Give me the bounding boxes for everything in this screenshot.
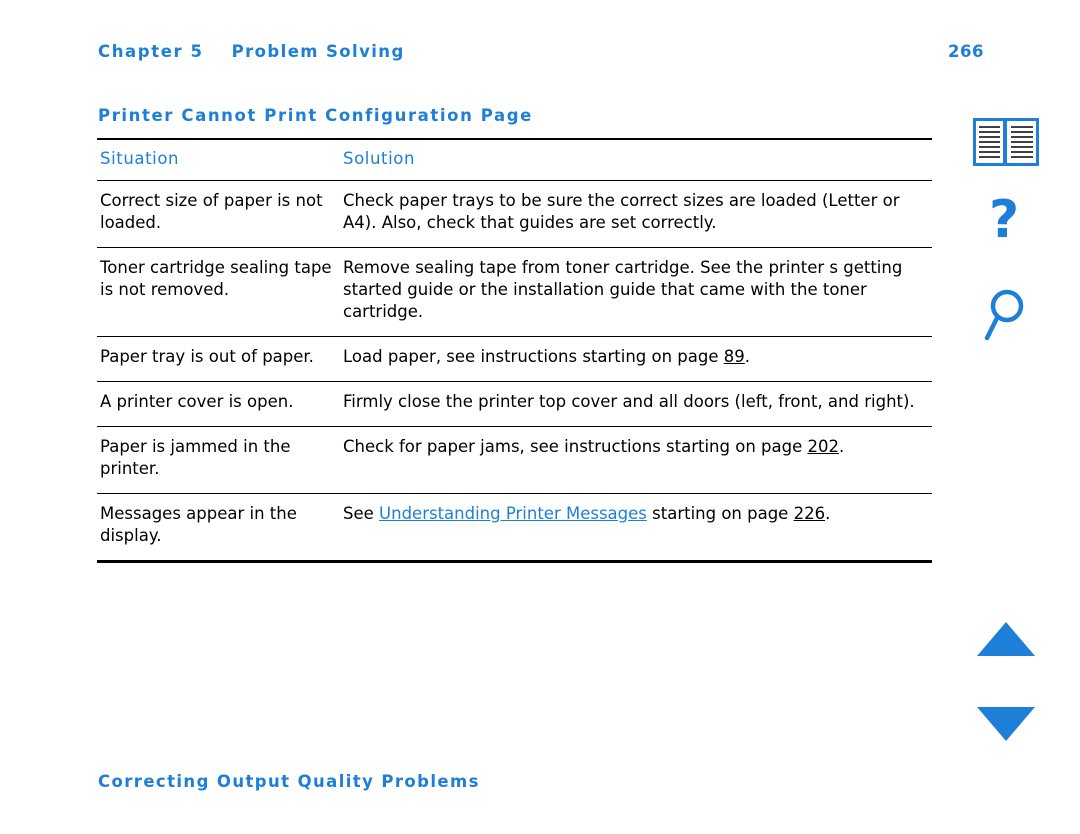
table-row: Correct size of paper is not loaded. Che… (97, 181, 932, 247)
book-icon[interactable] (973, 118, 1039, 166)
table-row: Paper tray is out of paper. Load paper, … (97, 337, 932, 381)
solution-text-prefix: See (343, 504, 380, 523)
table-row: Toner cartridge sealing tape is not remo… (97, 248, 932, 336)
section-heading: Printer Cannot Print Configuration Page (98, 106, 533, 125)
cross-reference-link[interactable]: Understanding Printer Messages (379, 504, 647, 523)
situation-solution-table: Situation Solution Correct size of paper… (97, 138, 932, 563)
table-row: A printer cover is open. Firmly close th… (97, 382, 932, 426)
page-header: Chapter 5 Problem Solving 266 (98, 42, 984, 61)
solution-text-prefix: Check for paper jams, see instructions s… (343, 437, 808, 456)
cell-situation: Toner cartridge sealing tape is not remo… (100, 258, 332, 299)
solution-text-suffix: . (838, 437, 845, 456)
magnifier-icon[interactable] (983, 288, 1033, 344)
header-left-group: Chapter 5 Problem Solving (98, 42, 405, 61)
solution-text-prefix: Load paper, see instructions starting on… (343, 347, 724, 366)
page-reference-link[interactable]: 202 (807, 437, 839, 456)
triangle-down-icon[interactable] (975, 705, 1037, 743)
cell-solution: Remove sealing tape from toner cartridge… (343, 258, 903, 321)
cell-solution: Check for paper jams, see instructions s… (342, 427, 932, 493)
table-bottom-rule (97, 560, 932, 563)
cell-situation: Paper tray is out of paper. (100, 347, 314, 366)
navigation-rail: ? (955, 0, 1065, 834)
svg-text:?: ? (989, 195, 1019, 250)
page-reference-link[interactable]: 89 (724, 347, 745, 366)
chapter-label: Chapter 5 (98, 42, 204, 61)
solution-text-suffix: . (825, 504, 831, 523)
column-header-situation: Situation (100, 149, 180, 168)
chapter-title: Problem Solving (231, 42, 405, 61)
question-mark-icon[interactable]: ? (983, 195, 1029, 253)
cell-situation: A printer cover is open. (100, 392, 294, 411)
table-row: Paper is jammed in the printer. Check fo… (97, 427, 932, 493)
solution-text-mid: starting on page (646, 504, 794, 523)
table-row: Messages appear in the display. See Unde… (97, 494, 932, 560)
page-reference-link[interactable]: 226 (794, 504, 826, 523)
footer-section-heading: Correcting Output Quality Problems (98, 772, 480, 791)
cell-solution: Check paper trays to be sure the correct… (343, 191, 900, 232)
cell-situation: Correct size of paper is not loaded. (100, 191, 323, 232)
cell-situation: Paper is jammed in the printer. (100, 437, 291, 478)
triangle-up-icon[interactable] (975, 620, 1037, 658)
cell-solution: Load paper, see instructions starting on… (342, 337, 932, 381)
cell-solution: See Understanding Printer Messages start… (342, 494, 932, 560)
cell-situation: Messages appear in the display. (100, 504, 297, 545)
solution-text-suffix: . (744, 347, 751, 366)
table-header-row: Situation Solution (97, 140, 932, 180)
cell-solution: Firmly close the printer top cover and a… (343, 392, 915, 411)
document-page: Chapter 5 Problem Solving 266 Printer Ca… (0, 0, 1080, 834)
column-header-solution: Solution (343, 149, 416, 168)
